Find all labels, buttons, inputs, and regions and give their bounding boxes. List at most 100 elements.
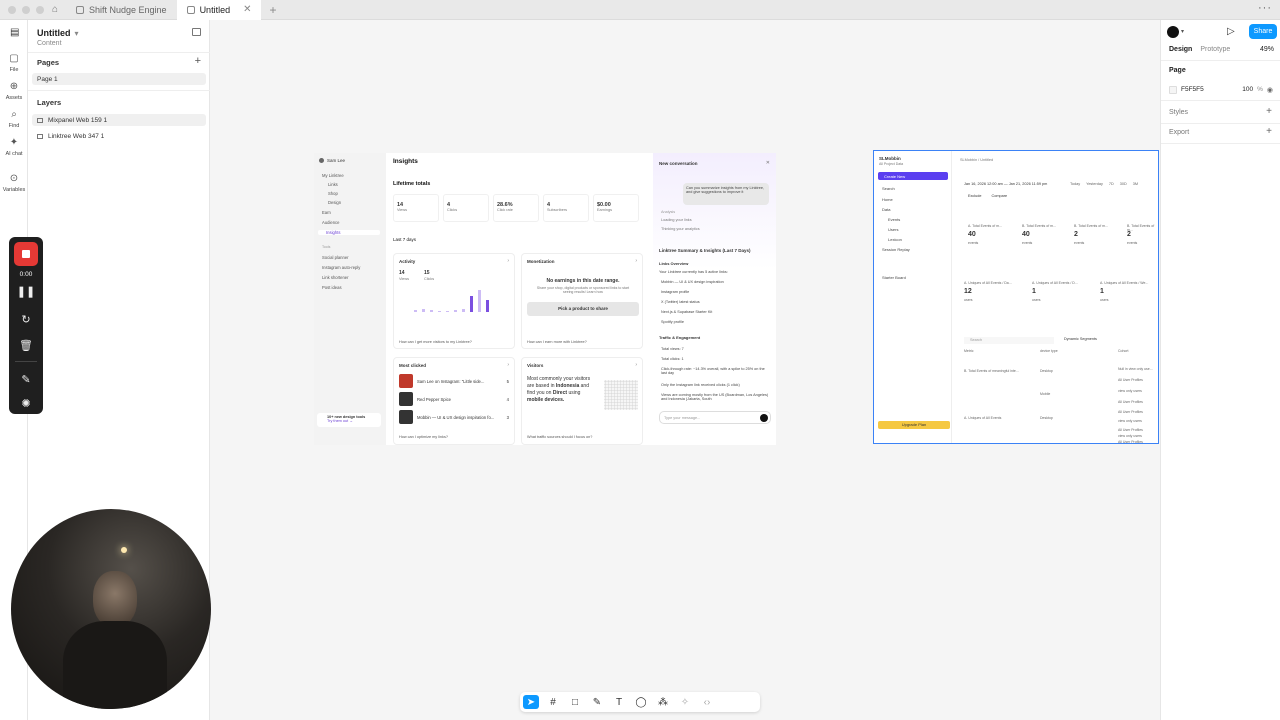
close-window-icon[interactable] bbox=[8, 5, 16, 14]
rail-find[interactable]: ⌕ Find bbox=[0, 109, 28, 129]
activity-chart bbox=[414, 288, 514, 312]
trash-icon[interactable]: 🗑 bbox=[9, 339, 43, 352]
page-item[interactable]: Page 1 bbox=[32, 73, 206, 85]
nav-my-linktree[interactable]: My Linktree bbox=[322, 173, 344, 178]
maximize-window-icon[interactable] bbox=[36, 5, 44, 14]
rail-file[interactable]: ▢ File bbox=[0, 53, 28, 73]
tab-untitled[interactable]: Untitled ✕ bbox=[176, 0, 262, 20]
more-icon[interactable]: ··· bbox=[1258, 2, 1272, 14]
tab-prototype[interactable]: Prototype bbox=[1200, 46, 1230, 53]
most-clicked-card[interactable]: Most clicked › Sam Lee on Instagram: "Lit… bbox=[393, 357, 515, 445]
stop-recording-button[interactable] bbox=[14, 242, 38, 266]
create-new-button[interactable]: Create New bbox=[878, 172, 948, 180]
upgrade-plan-button[interactable]: Upgrade Plan bbox=[878, 421, 950, 429]
nav-earn[interactable]: Earn bbox=[322, 210, 331, 215]
actions-icon[interactable]: ✧ bbox=[677, 695, 693, 709]
brand[interactable]: SLMobbin All Project Data bbox=[879, 156, 903, 166]
send-icon[interactable] bbox=[760, 414, 768, 422]
nav-links[interactable]: Links bbox=[328, 182, 338, 187]
nav-design[interactable]: Design bbox=[328, 200, 341, 205]
minimize-window-icon[interactable] bbox=[22, 5, 30, 14]
nav-audience[interactable]: Audience bbox=[322, 220, 339, 225]
search-input[interactable]: Search bbox=[964, 337, 1054, 344]
chevron-down-icon[interactable]: ▾ bbox=[1181, 28, 1184, 35]
list-item[interactable]: Sam Lee on Instagram: "Little side... 5 bbox=[399, 374, 509, 388]
chat-header[interactable]: New conversation bbox=[659, 161, 698, 166]
tab-design[interactable]: Design bbox=[1169, 46, 1192, 53]
date-range[interactable]: Jan 16, 2026 12:00 am — Jan 21, 2026 11:… bbox=[964, 182, 1047, 186]
page-fill[interactable]: F5F5F5 100 % ◉ bbox=[1169, 83, 1273, 96]
webcam-bubble[interactable] bbox=[11, 509, 211, 709]
nav-home[interactable]: Home bbox=[882, 197, 893, 202]
visitors-card[interactable]: Visitors › Most commonly your visitors ar… bbox=[521, 357, 643, 445]
layer-item-mixpanel[interactable]: Mixpanel Web 159 1 bbox=[32, 114, 206, 126]
rail-assets[interactable]: ⊕ Assets bbox=[0, 81, 28, 101]
eye-icon[interactable]: ◉ bbox=[1267, 86, 1273, 94]
promo-card[interactable]: 10+ new design tools Try them out → bbox=[317, 413, 381, 427]
nav-users[interactable]: Users bbox=[888, 227, 898, 232]
chat-input[interactable]: Type your message... bbox=[659, 411, 771, 424]
present-icon[interactable]: ▷ bbox=[1227, 26, 1235, 37]
date-range[interactable]: Last 7 days bbox=[393, 237, 416, 242]
menu-icon[interactable]: ▤ bbox=[10, 27, 19, 38]
file-title[interactable]: Untitled ▾ bbox=[37, 28, 79, 38]
add-style-icon[interactable]: + bbox=[1266, 106, 1272, 117]
nav-events[interactable]: Events bbox=[888, 217, 900, 222]
nav-session-replay[interactable]: Session Replay bbox=[882, 247, 910, 252]
new-tab-icon[interactable]: + bbox=[261, 3, 284, 17]
nav-instagram-auto-reply[interactable]: Instagram auto-reply bbox=[322, 265, 360, 270]
nav-insights[interactable]: Insights bbox=[318, 230, 380, 235]
mixpanel-frame[interactable]: SLMobbin All Project Data Create New Sear… bbox=[873, 150, 1159, 444]
rail-variables[interactable]: ⊙ Variables bbox=[0, 173, 28, 193]
nav-social-planner[interactable]: Social planner bbox=[322, 255, 349, 260]
nav-data[interactable]: Data bbox=[882, 207, 890, 212]
fill-opacity[interactable]: 100 bbox=[1242, 86, 1253, 93]
linktree-user[interactable]: Sam Lee bbox=[319, 158, 345, 163]
rectangle-tool-icon[interactable]: □ bbox=[567, 695, 583, 709]
layer-item-linktree[interactable]: Linktree Web 347 1 bbox=[32, 130, 206, 142]
table-row: A. Uniques of All Events bbox=[964, 416, 1002, 420]
monetization-card[interactable]: Monetization › No earnings in this date r… bbox=[521, 253, 643, 349]
nav-post-ideas[interactable]: Post ideas bbox=[322, 285, 342, 290]
sidebar-toggle-icon[interactable] bbox=[192, 28, 201, 36]
close-tab-icon[interactable]: ✕ bbox=[243, 4, 251, 15]
pick-product-button[interactable]: Pick a product to share bbox=[527, 302, 639, 316]
recording-controls: 0:00 ❚❚ ↻ 🗑 ✎ ✺ bbox=[9, 237, 43, 414]
text-tool-icon[interactable]: T bbox=[611, 695, 627, 709]
move-tool-icon[interactable]: ➤ bbox=[523, 695, 539, 709]
tab-bar: ⌂ Shift Nudge Engine Untitled ✕ + ··· bbox=[0, 0, 1280, 20]
canvas[interactable]: Sam Lee My Linktree Links Shop Design Ea… bbox=[211, 20, 1159, 720]
nav-lexicon[interactable]: Lexicon bbox=[888, 237, 902, 242]
add-export-icon[interactable]: + bbox=[1266, 126, 1272, 137]
color-swatch[interactable] bbox=[1169, 85, 1177, 94]
close-icon[interactable]: ✕ bbox=[766, 160, 770, 166]
avatar[interactable] bbox=[1167, 26, 1179, 38]
fill-hex[interactable]: F5F5F5 bbox=[1181, 86, 1204, 93]
list-item[interactable]: Mobbin — UI & UX design inspiration fo..… bbox=[399, 410, 509, 424]
zoom-level[interactable]: 49% bbox=[1260, 46, 1274, 53]
nav-search[interactable]: Search bbox=[882, 186, 895, 191]
tab-shift-nudge-engine[interactable]: Shift Nudge Engine bbox=[66, 0, 177, 20]
pen-tool-icon[interactable]: ✎ bbox=[589, 695, 605, 709]
dev-mode-icon[interactable]: ‹› bbox=[699, 695, 715, 709]
dynamic-segments-button[interactable]: Dynamic Segments bbox=[1064, 337, 1097, 341]
divider bbox=[15, 361, 37, 362]
nav-link-shortener[interactable]: Link shortener bbox=[322, 275, 349, 280]
effects-icon[interactable]: ✺ bbox=[9, 397, 43, 410]
list-item[interactable]: Red Pepper Spice 4 bbox=[399, 392, 509, 406]
share-button[interactable]: Share bbox=[1249, 24, 1277, 39]
add-page-icon[interactable]: + bbox=[195, 55, 201, 67]
frame-tool-icon[interactable]: # bbox=[545, 695, 561, 709]
pause-icon[interactable]: ❚❚ bbox=[9, 285, 43, 298]
nav-starter-board[interactable]: Starter Board bbox=[882, 275, 906, 280]
comment-tool-icon[interactable]: ◯ bbox=[633, 695, 649, 709]
components-icon[interactable]: ⁂ bbox=[655, 695, 671, 709]
restart-icon[interactable]: ↻ bbox=[9, 313, 43, 326]
draw-icon[interactable]: ✎ bbox=[9, 373, 43, 386]
thumbnail-icon bbox=[399, 410, 413, 424]
nav-shop[interactable]: Shop bbox=[328, 191, 338, 196]
activity-card[interactable]: Activity › 14 15 Views Clicks How can I g… bbox=[393, 253, 515, 349]
linktree-frame[interactable]: Sam Lee My Linktree Links Shop Design Ea… bbox=[314, 153, 776, 445]
rail-ai-chat[interactable]: ✦ AI chat bbox=[0, 137, 28, 157]
home-icon[interactable]: ⌂ bbox=[44, 0, 66, 20]
